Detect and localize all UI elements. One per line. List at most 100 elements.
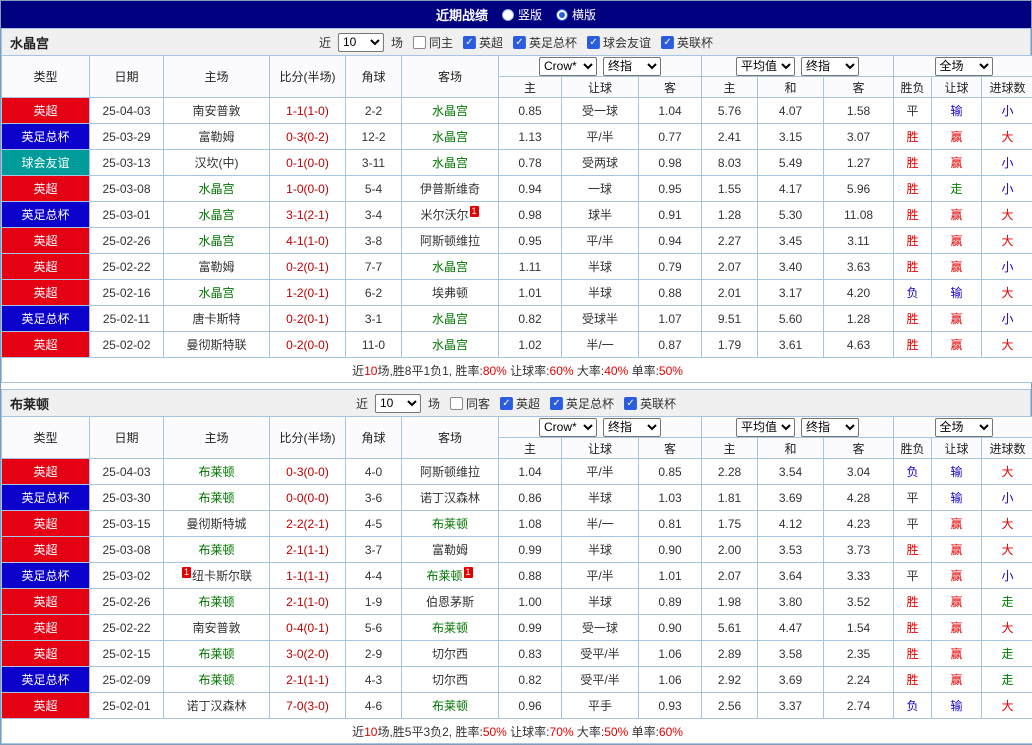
avg-away: 1.58	[824, 98, 894, 124]
layout-radio-vertical[interactable]: 竖版	[502, 6, 542, 23]
near-label: 近	[319, 34, 331, 51]
avg-home: 2.41	[702, 124, 758, 150]
summary-stat-value: 10	[364, 364, 377, 378]
layout-radio-horizontal[interactable]: 横版	[556, 6, 596, 23]
checkbox-checked-icon[interactable]: ✓	[661, 36, 674, 49]
near-label: 近	[356, 395, 368, 412]
avg-draw: 5.60	[758, 306, 824, 332]
checkbox-checked-icon[interactable]: ✓	[624, 397, 637, 410]
match-date: 25-02-09	[90, 667, 164, 693]
sub-column-header: 让球	[562, 438, 639, 459]
checkbox-checked-icon[interactable]: ✓	[550, 397, 563, 410]
corners: 3-8	[346, 228, 402, 254]
home-team: 水晶宫	[164, 228, 270, 254]
odds-source-select[interactable]: 平均值	[736, 418, 795, 437]
summary-stat-label: 近	[352, 725, 364, 739]
odds-source-select[interactable]: 终指	[801, 57, 859, 76]
avg-draw: 4.47	[758, 615, 824, 641]
avg-away: 1.28	[824, 306, 894, 332]
sub-column-header: 客	[639, 77, 702, 98]
match-count-select[interactable]: 10	[375, 394, 421, 413]
away-team: 富勒姆	[402, 537, 499, 563]
column-header: 日期	[90, 56, 164, 98]
filter-checkbox[interactable]: 同客	[450, 395, 490, 412]
odds-source-select[interactable]: 全场	[935, 57, 993, 76]
radio-unchecked-icon[interactable]	[502, 9, 514, 21]
league-badge: 英超	[2, 280, 90, 306]
avg-away: 3.63	[824, 254, 894, 280]
result-handicap: 赢	[932, 202, 982, 228]
avg-away: 4.28	[824, 485, 894, 511]
column-header: 客场	[402, 417, 499, 459]
section-header: 水晶宫近10场同主✓英超✓英足总杯✓球会友谊✓英联杯	[1, 28, 1031, 55]
avg-away: 3.11	[824, 228, 894, 254]
match-count-select[interactable]: 10	[338, 33, 384, 52]
handicap-line: 半/一	[562, 332, 639, 358]
odds-away: 1.01	[639, 563, 702, 589]
home-team: 水晶宫	[164, 176, 270, 202]
avg-home: 1.28	[702, 202, 758, 228]
home-team: 南安普敦	[164, 615, 270, 641]
checkbox-unchecked-icon[interactable]	[413, 36, 426, 49]
filter-checkbox[interactable]: ✓英联杯	[624, 395, 676, 412]
odds-away: 1.07	[639, 306, 702, 332]
result-handicap: 输	[932, 459, 982, 485]
filter-checkbox[interactable]: ✓英联杯	[661, 34, 713, 51]
odds-source-select[interactable]: 平均值	[736, 57, 795, 76]
avg-draw: 3.58	[758, 641, 824, 667]
result-handicap: 输	[932, 485, 982, 511]
avg-home: 1.81	[702, 485, 758, 511]
home-team: 曼彻斯特城	[164, 511, 270, 537]
result-goals: 大	[982, 280, 1032, 306]
checkbox-unchecked-icon[interactable]	[450, 397, 463, 410]
odds-source-select[interactable]: Crow*	[539, 57, 597, 76]
match-date: 25-03-29	[90, 124, 164, 150]
away-team: 阿斯顿维拉	[402, 228, 499, 254]
avg-away: 5.96	[824, 176, 894, 202]
handicap-line: 平/半	[562, 228, 639, 254]
avg-draw: 3.80	[758, 589, 824, 615]
match-row: 英超25-04-03南安普敦1-1(1-0)2-2水晶宫0.85受一球1.045…	[2, 98, 1032, 124]
checkbox-checked-icon[interactable]: ✓	[463, 36, 476, 49]
avg-away: 4.20	[824, 280, 894, 306]
avg-away: 1.54	[824, 615, 894, 641]
topbar: 近期战绩 竖版 横版	[1, 1, 1031, 28]
league-badge: 英超	[2, 254, 90, 280]
result-handicap: 赢	[932, 511, 982, 537]
filter-checkbox[interactable]: 同主	[413, 34, 453, 51]
radio-vertical-label: 竖版	[518, 6, 542, 23]
odds-away: 1.06	[639, 641, 702, 667]
corners: 5-4	[346, 176, 402, 202]
checkbox-checked-icon[interactable]: ✓	[513, 36, 526, 49]
score: 2-1(1-0)	[270, 589, 346, 615]
filter-checkbox[interactable]: ✓球会友谊	[587, 34, 651, 51]
summary-stat-value: 50%	[659, 364, 683, 378]
match-row: 英超25-03-08水晶宫1-0(0-0)5-4伊普斯维奇0.94一球0.951…	[2, 176, 1032, 202]
result-goals: 小	[982, 176, 1032, 202]
filter-checkbox[interactable]: ✓英超	[500, 395, 540, 412]
odds-source-select[interactable]: 终指	[801, 418, 859, 437]
checkbox-checked-icon[interactable]: ✓	[587, 36, 600, 49]
match-row: 英超25-02-16水晶宫1-2(0-1)6-2埃弗顿1.01半球0.882.0…	[2, 280, 1032, 306]
radio-checked-icon[interactable]	[556, 9, 568, 21]
odds-source-select[interactable]: 终指	[603, 418, 661, 437]
filter-checkbox[interactable]: ✓英超	[463, 34, 503, 51]
column-header: 类型	[2, 417, 90, 459]
filter-checkbox[interactable]: ✓英足总杯	[513, 34, 577, 51]
checkbox-checked-icon[interactable]: ✓	[500, 397, 513, 410]
sub-column-header: 主	[702, 438, 758, 459]
filter-checkbox[interactable]: ✓英足总杯	[550, 395, 614, 412]
sub-column-header: 和	[758, 77, 824, 98]
league-badge: 英超	[2, 176, 90, 202]
summary-stat-value: 50%	[604, 725, 628, 739]
odds-source-select[interactable]: Crow*	[539, 418, 597, 437]
odds-home: 0.99	[499, 615, 562, 641]
odds-source-select[interactable]: 终指	[603, 57, 661, 76]
score: 0-2(0-0)	[270, 332, 346, 358]
odds-away: 0.98	[639, 150, 702, 176]
odds-source-select[interactable]: 全场	[935, 418, 993, 437]
score: 0-1(0-0)	[270, 150, 346, 176]
result-wdl: 胜	[894, 589, 932, 615]
away-team: 阿斯顿维拉	[402, 459, 499, 485]
avg-home: 1.75	[702, 511, 758, 537]
